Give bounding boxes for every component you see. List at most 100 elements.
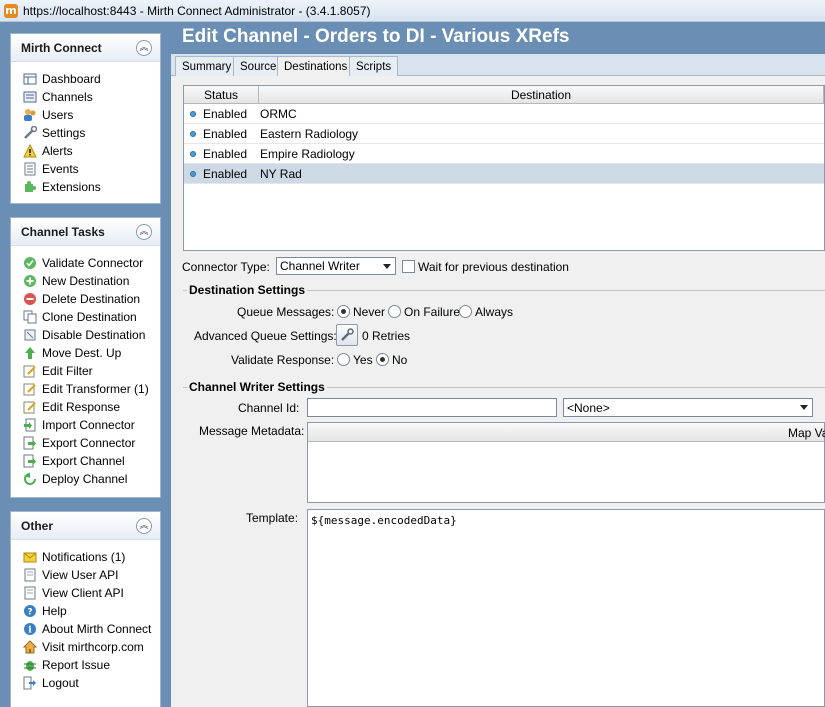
- collapse-icon[interactable]: ︽: [136, 39, 152, 56]
- table-header: Status Destination: [184, 86, 824, 104]
- queue-never-radio[interactable]: [337, 305, 350, 318]
- table-row[interactable]: Enabled Empire Radiology: [184, 144, 824, 164]
- export-icon: [23, 454, 37, 468]
- sidebar-item-events[interactable]: Events: [11, 160, 160, 178]
- task-new-destination[interactable]: New Destination: [11, 272, 160, 290]
- task-disable-destination[interactable]: Disable Destination: [11, 326, 160, 344]
- task-deploy-channel[interactable]: Deploy Channel: [11, 470, 160, 488]
- sidebar-item-settings[interactable]: Settings: [11, 124, 160, 142]
- tab-source[interactable]: Source: [233, 56, 284, 76]
- task-edit-filter[interactable]: Edit Filter: [11, 362, 160, 380]
- users-icon: [23, 108, 37, 122]
- extensions-icon: [23, 180, 37, 194]
- queue-on-failure-radio[interactable]: [388, 305, 401, 318]
- edit-icon: [23, 382, 37, 396]
- status-dot-icon: [190, 150, 196, 157]
- queue-messages-label: Queue Messages:: [237, 305, 335, 319]
- destination-settings-title: Destination Settings: [187, 283, 308, 297]
- channel-select[interactable]: <None>: [563, 398, 813, 417]
- sidebar: Mirth Connect ︽ Dashboard Channels Users…: [0, 22, 171, 707]
- help-icon: ?: [23, 604, 37, 618]
- column-header-map-variable[interactable]: Map Variable: [788, 426, 825, 440]
- connector-type-select[interactable]: Channel Writer: [276, 257, 396, 275]
- collapse-icon[interactable]: ︽: [136, 517, 152, 534]
- table-header: Map Variable: [308, 423, 825, 442]
- message-metadata-table[interactable]: Map Variable: [307, 422, 825, 503]
- tab-scripts[interactable]: Scripts: [349, 56, 399, 76]
- check-icon: [23, 256, 37, 270]
- svg-text:?: ?: [27, 608, 32, 618]
- queue-on-failure-label: On Failure: [404, 305, 461, 319]
- column-header-status[interactable]: Status: [184, 86, 259, 103]
- sidebar-item-channels[interactable]: Channels: [11, 88, 160, 106]
- validate-yes-radio[interactable]: [337, 353, 350, 366]
- task-import-connector[interactable]: Import Connector: [11, 416, 160, 434]
- template-editor[interactable]: ${message.encodedData}: [307, 509, 825, 707]
- task-delete-destination[interactable]: Delete Destination: [11, 290, 160, 308]
- clone-icon: [23, 310, 37, 324]
- wait-previous-checkbox[interactable]: [402, 260, 415, 273]
- channels-icon: [23, 90, 37, 104]
- main-header: Edit Channel - Orders to DI - Various XR…: [171, 22, 825, 54]
- deploy-icon: [23, 472, 37, 486]
- status-dot-icon: [190, 110, 196, 117]
- task-edit-response[interactable]: Edit Response: [11, 398, 160, 416]
- other-view-client-api[interactable]: View Client API: [11, 584, 160, 602]
- document-icon: [23, 568, 37, 582]
- queue-never-label: Never: [353, 305, 386, 319]
- edit-icon: [23, 400, 37, 414]
- sidebar-item-dashboard[interactable]: Dashboard: [11, 70, 160, 88]
- channel-tasks-panel-header[interactable]: Channel Tasks ︽: [11, 218, 160, 246]
- validate-no-radio[interactable]: [376, 353, 389, 366]
- other-panel-header[interactable]: Other ︽: [11, 512, 160, 540]
- svg-text:i: i: [28, 626, 32, 636]
- mirth-app-icon: m: [4, 3, 18, 18]
- task-move-dest-up[interactable]: Move Dest. Up: [11, 344, 160, 362]
- task-export-connector[interactable]: Export Connector: [11, 434, 160, 452]
- task-clone-destination[interactable]: Clone Destination: [11, 308, 160, 326]
- sidebar-item-alerts[interactable]: Alerts: [11, 142, 160, 160]
- other-view-user-api[interactable]: View User API: [11, 566, 160, 584]
- home-icon: [23, 640, 37, 654]
- destinations-content: Status Destination Enabled ORMC Enabled …: [171, 76, 825, 707]
- main-area: Edit Channel - Orders to DI - Various XR…: [171, 22, 825, 707]
- other-visit-mirthcorp[interactable]: Visit mirthcorp.com: [11, 638, 160, 656]
- advanced-queue-settings-button[interactable]: [336, 324, 358, 346]
- panel-title: Mirth Connect: [21, 40, 102, 55]
- import-icon: [23, 418, 37, 432]
- table-row[interactable]: Enabled ORMC: [184, 104, 824, 124]
- task-export-channel[interactable]: Export Channel: [11, 452, 160, 470]
- other-help[interactable]: ? Help: [11, 602, 160, 620]
- mirth-connect-panel-header[interactable]: Mirth Connect ︽: [11, 34, 160, 62]
- events-icon: [23, 162, 37, 176]
- table-row[interactable]: Enabled Eastern Radiology: [184, 124, 824, 144]
- other-report-issue[interactable]: Report Issue: [11, 656, 160, 674]
- channel-id-input[interactable]: [307, 398, 557, 417]
- alerts-icon: [23, 144, 37, 158]
- table-row-selected[interactable]: Enabled NY Rad: [184, 164, 824, 184]
- task-edit-transformer[interactable]: Edit Transformer (1): [11, 380, 160, 398]
- add-icon: [23, 274, 37, 288]
- other-logout[interactable]: Logout: [11, 674, 160, 692]
- task-validate-connector[interactable]: Validate Connector: [11, 254, 160, 272]
- sidebar-item-users[interactable]: Users: [11, 106, 160, 124]
- logout-icon: [23, 676, 37, 690]
- disable-icon: [23, 328, 37, 342]
- queue-always-radio[interactable]: [459, 305, 472, 318]
- column-header-destination[interactable]: Destination: [259, 86, 824, 103]
- collapse-icon[interactable]: ︽: [136, 223, 152, 240]
- bug-icon: [23, 658, 37, 672]
- other-about[interactable]: i About Mirth Connect: [11, 620, 160, 638]
- tab-summary[interactable]: Summary: [175, 56, 239, 76]
- wait-previous-label: Wait for previous destination: [418, 260, 569, 274]
- settings-icon: [23, 126, 37, 140]
- tab-destinations[interactable]: Destinations: [277, 56, 355, 77]
- edit-icon: [23, 364, 37, 378]
- other-notifications[interactable]: Notifications (1): [11, 548, 160, 566]
- advanced-queue-label: Advanced Queue Settings:: [194, 329, 337, 343]
- notifications-icon: [23, 550, 37, 564]
- channel-id-label: Channel Id:: [238, 401, 300, 415]
- arrow-up-icon: [23, 346, 37, 360]
- sidebar-item-extensions[interactable]: Extensions: [11, 178, 160, 196]
- advanced-queue-value: 0 Retries: [362, 329, 411, 343]
